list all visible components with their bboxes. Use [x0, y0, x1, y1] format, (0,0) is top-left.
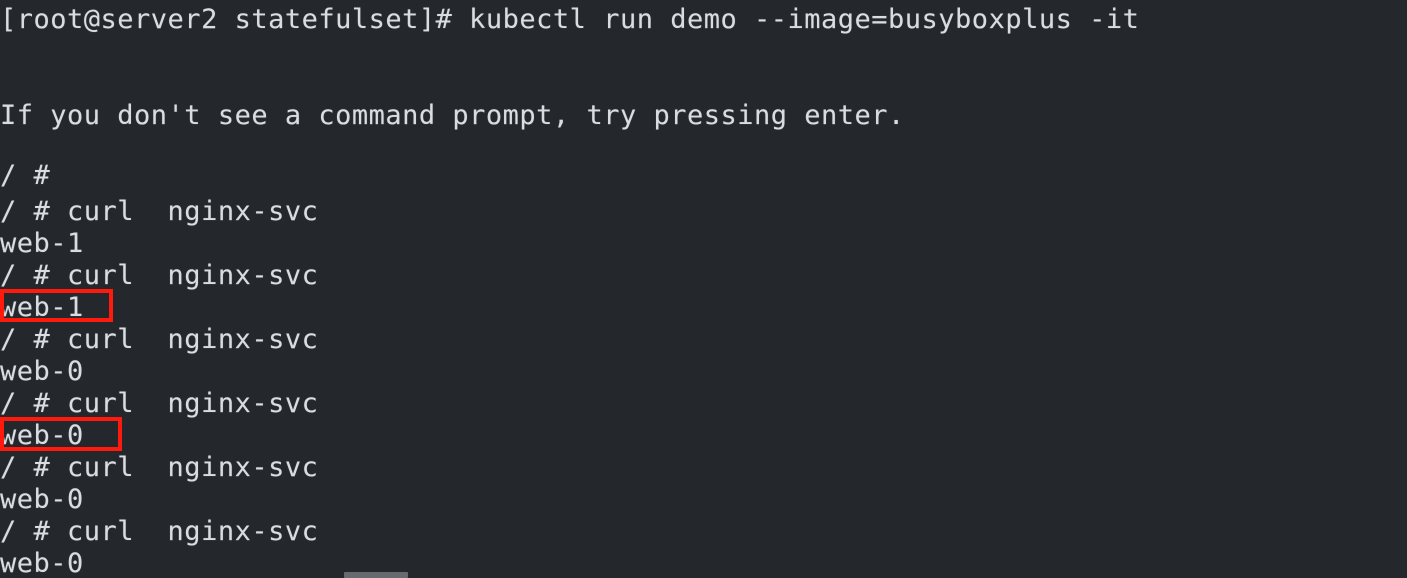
- terminal-line-prompt-empty: / #: [0, 160, 51, 191]
- terminal-line-curl-6: / # curl nginx-svc: [0, 516, 319, 547]
- terminal-line-output-1: web-1: [0, 228, 84, 259]
- terminal-line-output-3: web-0: [0, 356, 84, 387]
- terminal-line-curl-2: / # curl nginx-svc: [0, 260, 319, 291]
- terminal-line-output-5: web-0: [0, 484, 84, 515]
- terminal-line-curl-1: / # curl nginx-svc: [0, 196, 319, 227]
- terminal-window[interactable]: [root@server2 statefulset]# kubectl run …: [0, 0, 1407, 578]
- terminal-line-curl-3: / # curl nginx-svc: [0, 324, 319, 355]
- terminal-line-curl-4: / # curl nginx-svc: [0, 388, 319, 419]
- terminal-line-hint: If you don't see a command prompt, try p…: [0, 100, 905, 131]
- bottom-edge-artifact: [344, 572, 408, 578]
- terminal-line-output-2: web-1: [0, 292, 84, 323]
- terminal-line-prompt-command: [root@server2 statefulset]# kubectl run …: [0, 4, 1140, 35]
- terminal-line-output-4: web-0: [0, 420, 84, 451]
- terminal-line-curl-5: / # curl nginx-svc: [0, 452, 319, 483]
- terminal-line-output-6: web-0: [0, 548, 84, 578]
